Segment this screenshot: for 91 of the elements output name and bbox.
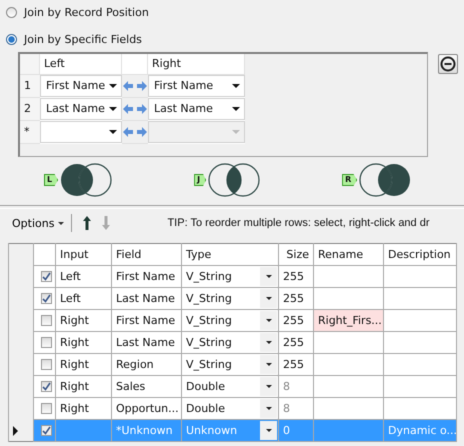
checkbox[interactable] <box>41 359 52 370</box>
table-cell: Double <box>186 402 225 415</box>
table-cell: 255 <box>283 314 304 327</box>
radio-option[interactable]: Join by Specific Fields <box>6 31 464 48</box>
table-cell: Double <box>186 380 225 393</box>
table-cell: V_String <box>186 336 232 349</box>
column-header[interactable]: Rename <box>314 244 384 266</box>
column-header[interactable]: Description <box>384 244 456 266</box>
radio-label: Join by Record Position <box>24 6 149 19</box>
radio-option[interactable]: Join by Record Position <box>6 4 464 21</box>
dropdown-button[interactable] <box>260 399 277 418</box>
swap-arrows-icon <box>123 104 147 114</box>
checkbox[interactable] <box>41 271 52 282</box>
row-number: * <box>20 121 40 144</box>
table-cell: V_String <box>186 270 232 283</box>
venn-icon <box>208 163 260 197</box>
output-anchor[interactable]: J <box>194 174 206 186</box>
column-header[interactable]: Input <box>56 244 112 266</box>
table-cell: Last Name <box>116 292 175 305</box>
table-cell: 8 <box>283 380 290 393</box>
table-cell: 255 <box>283 336 304 349</box>
column-header: Left <box>40 54 122 75</box>
table-cell: Left <box>60 270 81 283</box>
caret-icon <box>109 84 117 88</box>
table-cell: Right_Firs... <box>318 314 382 327</box>
dropdown-button[interactable] <box>260 377 277 396</box>
caret-icon <box>232 130 240 134</box>
table-cell: V_String <box>186 314 232 327</box>
checkbox[interactable] <box>41 425 52 436</box>
dropdown-button[interactable] <box>260 355 277 374</box>
checkbox[interactable] <box>41 403 52 414</box>
checkbox[interactable] <box>41 381 52 392</box>
table-cell: 255 <box>283 270 304 283</box>
radio-label: Join by Specific Fields <box>24 33 142 46</box>
row-number: 1 <box>20 75 40 98</box>
swap-arrows-icon <box>123 127 147 137</box>
table-cell: 255 <box>283 292 304 305</box>
table-cell: Opportun... <box>116 402 179 415</box>
dropdown-button[interactable] <box>260 333 277 352</box>
venn-icon <box>60 163 112 197</box>
table-cell: Right <box>60 380 89 393</box>
column-header: Right <box>148 54 245 75</box>
table-cell: Sales <box>116 380 146 393</box>
table-cell: Unknown <box>186 424 238 437</box>
current-row-icon <box>13 426 18 436</box>
caret-icon <box>232 107 240 111</box>
table-cell: 0 <box>283 424 290 437</box>
venn-icon <box>359 163 412 197</box>
table-cell: Left <box>60 292 81 305</box>
table-cell: Region <box>116 358 154 371</box>
table-cell: Last Name <box>116 336 175 349</box>
table-cell: First Name <box>116 314 176 327</box>
dropdown[interactable]: Last Name <box>40 98 122 120</box>
checkbox[interactable] <box>41 315 52 326</box>
output-anchor[interactable]: R <box>342 174 358 186</box>
row-number: 2 <box>20 98 40 121</box>
table-cell: Dynamic o... <box>388 424 456 437</box>
table-cell: Right <box>60 336 89 349</box>
column-header[interactable]: Field <box>112 244 182 266</box>
output-anchor[interactable]: L <box>44 174 58 186</box>
column-header[interactable]: Type <box>182 244 278 266</box>
table-cell: Right <box>60 314 89 327</box>
caret-icon <box>232 84 240 88</box>
radio-button[interactable] <box>6 34 17 45</box>
table-cell: 8 <box>283 402 290 415</box>
options-menu-button[interactable]: Options <box>12 216 64 230</box>
dropdown[interactable]: Last Name <box>148 98 245 120</box>
table-cell: *Unknown <box>116 424 173 437</box>
table-cell: V_String <box>186 358 232 371</box>
swap-arrows-icon <box>123 81 147 91</box>
dropdown[interactable]: First Name <box>148 75 245 97</box>
dropdown-button[interactable] <box>260 267 277 286</box>
table-cell: V_String <box>186 292 232 305</box>
table-cell: Right <box>60 402 89 415</box>
dropdown-button[interactable] <box>260 421 277 440</box>
checkbox[interactable] <box>41 337 52 348</box>
caret-icon <box>109 107 117 111</box>
radio-button[interactable] <box>6 7 17 18</box>
dropdown-button[interactable] <box>260 289 277 308</box>
caret-icon <box>109 130 117 134</box>
remove-button[interactable] <box>438 54 458 74</box>
tip-text: TIP: To reorder multiple rows: select, right-click and dr <box>167 217 430 229</box>
table-cell: Right <box>60 358 89 371</box>
table-cell: 255 <box>283 358 304 371</box>
minus-circle-icon <box>440 56 456 72</box>
table-cell: First Name <box>116 270 176 283</box>
column-header[interactable]: Size <box>278 244 314 266</box>
move-up-icon[interactable] <box>83 216 92 230</box>
checkbox[interactable] <box>41 293 52 304</box>
dropdown-button[interactable] <box>260 311 277 330</box>
dropdown[interactable]: First Name <box>40 75 122 97</box>
